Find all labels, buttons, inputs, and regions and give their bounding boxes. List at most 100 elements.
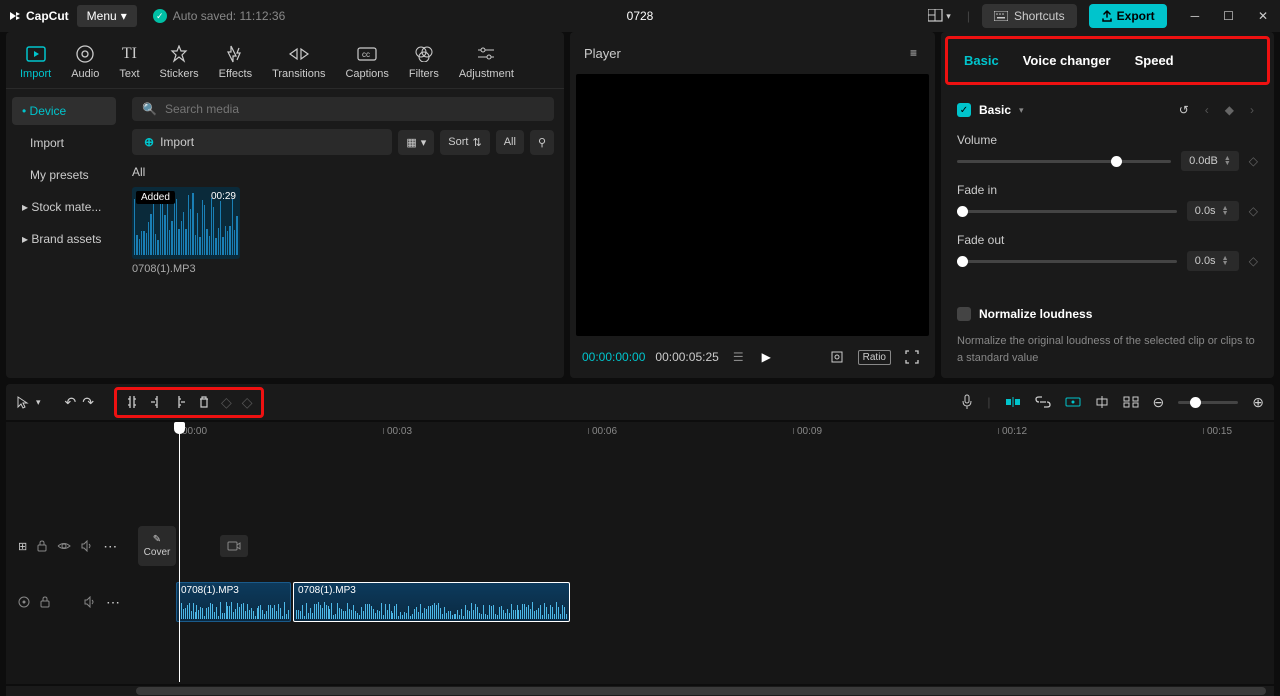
marker-tool-2[interactable]: ◇	[242, 394, 253, 411]
chevron-down-icon[interactable]: ▾	[1019, 105, 1024, 116]
keyframe-icon[interactable]: ◆	[1221, 99, 1238, 121]
scrollbar-thumb[interactable]	[136, 687, 1266, 695]
preview-tool[interactable]	[1065, 397, 1081, 407]
sidebar-item-import[interactable]: Import	[12, 129, 116, 157]
basic-checkbox[interactable]: ✓	[957, 103, 971, 117]
ratio-button[interactable]: Ratio	[858, 350, 891, 365]
tab-speed[interactable]: Speed	[1135, 53, 1174, 68]
fadein-value[interactable]: 0.0s▲▼	[1187, 201, 1239, 221]
timeline-ruler[interactable]: 00:00 00:03 00:06 00:09 00:12 00:15	[6, 422, 1274, 444]
timeline-scrollbar[interactable]	[6, 686, 1274, 696]
mute-icon[interactable]	[81, 540, 93, 552]
split-tool[interactable]	[125, 394, 139, 410]
search-input[interactable]	[165, 102, 544, 116]
import-button[interactable]: ⊕ Import	[132, 129, 392, 155]
check-icon: ✓	[153, 9, 167, 23]
split-right-tool[interactable]	[173, 394, 187, 410]
tab-adjustment[interactable]: Adjustment	[449, 40, 524, 88]
filter-button[interactable]: ⚲	[530, 130, 554, 155]
tab-basic[interactable]: Basic	[964, 53, 999, 68]
pencil-icon: ✎	[153, 534, 161, 545]
split-tools-group: ◇ ◇	[114, 387, 264, 418]
audio-clip-2[interactable]: 0708(1).MP3	[293, 582, 570, 622]
expand-icon[interactable]: ⊞	[18, 540, 27, 553]
list-icon[interactable]: ☰	[729, 346, 748, 368]
pointer-tool[interactable]	[16, 395, 30, 409]
tab-text[interactable]: TI Text	[109, 40, 149, 88]
scale-icon[interactable]	[826, 346, 848, 368]
lock-icon[interactable]	[40, 596, 50, 608]
tab-filters[interactable]: Filters	[399, 40, 449, 88]
tab-audio[interactable]: Audio	[61, 40, 109, 88]
filter-all-button[interactable]: All	[496, 130, 524, 154]
marker-tool[interactable]: ◇	[221, 394, 232, 411]
delete-tool[interactable]	[197, 395, 211, 409]
tab-import[interactable]: Import	[10, 40, 61, 88]
keyframe-icon[interactable]: ◇	[1249, 254, 1258, 268]
zoom-slider[interactable]	[1178, 401, 1238, 404]
sidebar-item-brand[interactable]: ▸ Brand assets	[12, 225, 116, 253]
audio-track-icon[interactable]	[18, 596, 30, 608]
lock-icon[interactable]	[37, 540, 47, 552]
normalize-checkbox[interactable]	[957, 307, 971, 321]
chevron-down-icon[interactable]: ▾	[36, 397, 41, 408]
eye-icon[interactable]	[57, 541, 71, 551]
player-menu-icon[interactable]: ≡	[906, 42, 921, 64]
shortcuts-button[interactable]: Shortcuts	[982, 4, 1077, 28]
mic-icon[interactable]	[961, 394, 973, 410]
next-keyframe-icon[interactable]: ›	[1246, 99, 1258, 121]
tab-voice-changer[interactable]: Voice changer	[1023, 53, 1111, 68]
more-icon[interactable]: ⋯	[103, 538, 117, 555]
video-track: ⊞ ⋯ ✎ Cover	[6, 524, 1274, 568]
undo-button[interactable]: ↶	[65, 394, 77, 411]
adjustment-icon	[477, 44, 495, 64]
playhead[interactable]	[179, 422, 180, 682]
close-button[interactable]: ✕	[1254, 5, 1272, 27]
tab-stickers[interactable]: Stickers	[150, 40, 209, 88]
tab-effects[interactable]: Effects	[209, 40, 262, 88]
search-icon: 🔍	[142, 102, 157, 116]
reset-icon[interactable]: ↺	[1175, 99, 1193, 121]
fadein-slider[interactable]	[957, 210, 1177, 213]
align-tool[interactable]	[1095, 395, 1109, 409]
minimize-button[interactable]: ─	[1187, 5, 1204, 27]
link-tool[interactable]	[1035, 396, 1051, 408]
split-left-tool[interactable]	[149, 394, 163, 410]
sidebar-item-presets[interactable]: My presets	[12, 161, 116, 189]
tab-transitions[interactable]: Transitions	[262, 40, 335, 88]
video-preview[interactable]	[576, 74, 929, 336]
keyframe-icon[interactable]: ◇	[1249, 204, 1258, 218]
zoom-in-icon[interactable]: ⊕	[1252, 394, 1264, 411]
view-grid-button[interactable]: ▦ ▾	[398, 130, 434, 155]
search-media[interactable]: 🔍	[132, 97, 554, 121]
volume-value[interactable]: 0.0dB▲▼	[1181, 151, 1239, 171]
keyframe-icon[interactable]: ◇	[1249, 154, 1258, 168]
cover-button[interactable]: ✎ Cover	[138, 526, 176, 566]
fadeout-value[interactable]: 0.0s▲▼	[1187, 251, 1239, 271]
sort-button[interactable]: Sort ⇅	[440, 130, 489, 155]
fadeout-slider[interactable]	[957, 260, 1177, 263]
more-icon[interactable]: ⋯	[106, 594, 120, 611]
media-panel: Import Audio TI Text Stickers Effects Tr…	[6, 32, 564, 378]
redo-button[interactable]: ↷	[82, 394, 94, 411]
video-slot[interactable]	[220, 535, 248, 557]
tab-captions[interactable]: cc Captions	[335, 40, 398, 88]
track-options-icon[interactable]	[1123, 396, 1139, 408]
maximize-button[interactable]: ☐	[1219, 5, 1238, 27]
fullscreen-icon[interactable]	[901, 346, 923, 368]
mute-icon[interactable]	[84, 596, 96, 608]
app-logo: CapCut	[8, 9, 69, 23]
media-item[interactable]: Added 00:29 0708(1).MP3	[132, 187, 240, 275]
audio-clip-1[interactable]: 0708(1).MP3	[176, 582, 291, 622]
tick: 00:09	[797, 426, 822, 437]
export-button[interactable]: Export	[1089, 4, 1167, 28]
sidebar-item-stock[interactable]: ▸ Stock mate...	[12, 193, 116, 221]
layout-icon[interactable]: ▾	[924, 5, 955, 27]
play-button[interactable]: ▶	[758, 346, 775, 368]
prev-keyframe-icon[interactable]: ‹	[1201, 99, 1213, 121]
sidebar-item-device[interactable]: • Device	[12, 97, 116, 125]
zoom-out-icon[interactable]: ⊖	[1153, 394, 1165, 411]
menu-button[interactable]: Menu ▾	[77, 5, 137, 27]
volume-slider[interactable]	[957, 160, 1171, 163]
snap-tool[interactable]	[1005, 396, 1021, 408]
